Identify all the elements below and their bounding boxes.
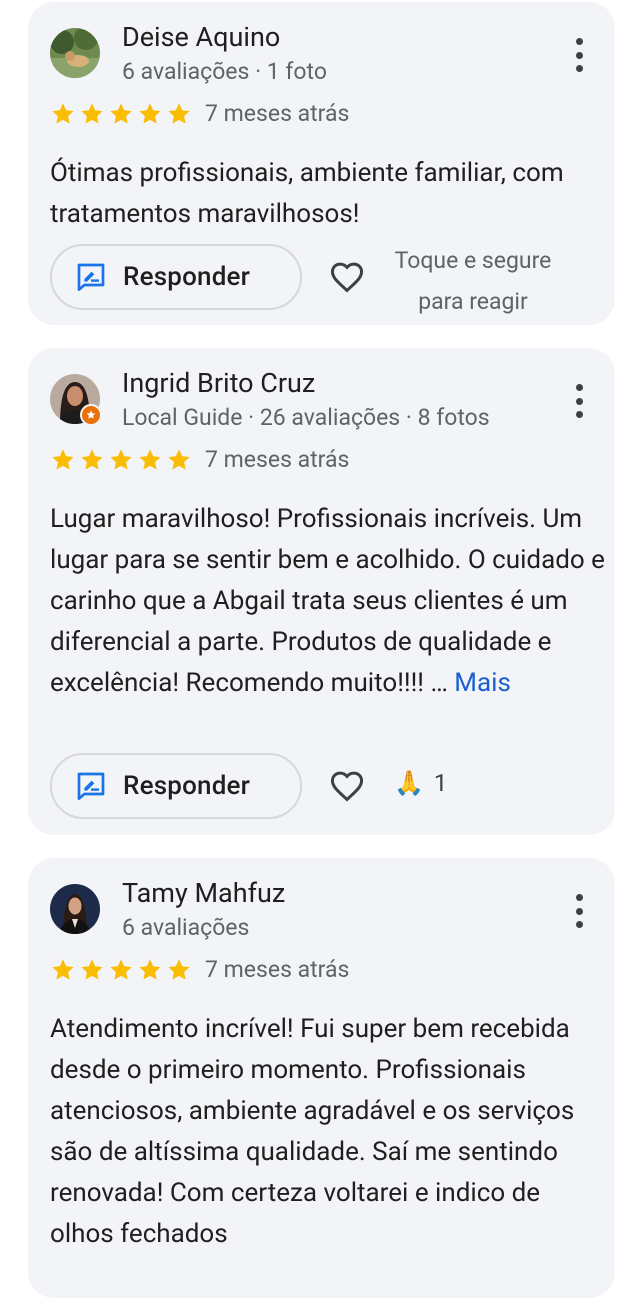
- star-icon: [139, 449, 161, 470]
- avatar[interactable]: [50, 374, 102, 426]
- star-icon: [139, 959, 161, 980]
- star-icon: [81, 103, 103, 124]
- review-card: Tamy Mahfuz 6 avaliações 7 meses atrás A…: [28, 858, 615, 1298]
- review-time: 7 meses atrás: [205, 956, 350, 983]
- star-icon: [52, 103, 74, 124]
- star-icon: [110, 449, 132, 470]
- more-options-icon[interactable]: [573, 38, 585, 72]
- star-icon: [110, 959, 132, 980]
- review-time: 7 meses atrás: [205, 446, 350, 473]
- star-icon: [139, 103, 161, 124]
- reply-icon: [77, 263, 105, 291]
- review-card: Ingrid Brito Cruz Local Guide · 26 avali…: [28, 348, 615, 835]
- reaction-hint-line: para reagir: [418, 288, 528, 315]
- reaction-hint: Toque e segure para reagir: [378, 240, 568, 322]
- reply-button[interactable]: Responder: [50, 244, 302, 310]
- reviewer-name[interactable]: Ingrid Brito Cruz: [122, 366, 315, 400]
- heart-icon[interactable]: [328, 767, 366, 805]
- avatar[interactable]: [50, 884, 100, 934]
- reaction-count[interactable]: 🙏 1: [394, 769, 447, 797]
- review-text: Ótimas profissionais, ambiente familiar,…: [50, 158, 564, 229]
- star-icon: [168, 449, 190, 470]
- star-icon: [81, 449, 103, 470]
- star-icon: [110, 103, 132, 124]
- pray-reaction-icon: 🙏: [394, 769, 424, 797]
- reviewer-meta: 6 avaliações: [122, 914, 250, 941]
- reviewer-name[interactable]: Deise Aquino: [122, 20, 280, 54]
- avatar-photo: [50, 28, 100, 78]
- reaction-hint-line: Toque e segure: [394, 247, 552, 274]
- heart-icon[interactable]: [328, 258, 366, 296]
- more-options-icon[interactable]: [573, 384, 585, 418]
- avatar[interactable]: [50, 28, 100, 78]
- reviewer-meta: 6 avaliações · 1 foto: [122, 58, 327, 85]
- reply-button[interactable]: Responder: [50, 753, 302, 819]
- star-rating: [50, 957, 192, 985]
- reviewer-name[interactable]: Tamy Mahfuz: [122, 876, 285, 910]
- review-card: Deise Aquino 6 avaliações · 1 foto 7 mes…: [28, 2, 615, 325]
- reply-label: Responder: [123, 771, 251, 801]
- local-guide-icon: [80, 404, 102, 426]
- more-options-icon[interactable]: [573, 894, 585, 928]
- reaction-count-value: 1: [433, 769, 448, 797]
- star-rating: [50, 447, 192, 475]
- star-icon: [168, 959, 190, 980]
- star-icon: [81, 959, 103, 980]
- review-text: Lugar maravilhoso! Profissionais incríve…: [50, 499, 610, 704]
- avatar-photo: [50, 884, 100, 934]
- more-link[interactable]: Mais: [454, 668, 511, 698]
- review-text: Atendimento incrível! Fui super bem rece…: [50, 1014, 575, 1249]
- reply-label: Responder: [123, 262, 251, 292]
- review-time: 7 meses atrás: [205, 100, 350, 127]
- star-icon: [168, 103, 190, 124]
- review-text-body: Lugar maravilhoso! Profissionais incríve…: [50, 504, 605, 698]
- star-rating: [50, 101, 192, 129]
- star-icon: [52, 449, 74, 470]
- reply-icon: [77, 772, 105, 800]
- star-icon: [52, 959, 74, 980]
- reviewer-meta: Local Guide · 26 avaliações · 8 fotos: [122, 404, 490, 431]
